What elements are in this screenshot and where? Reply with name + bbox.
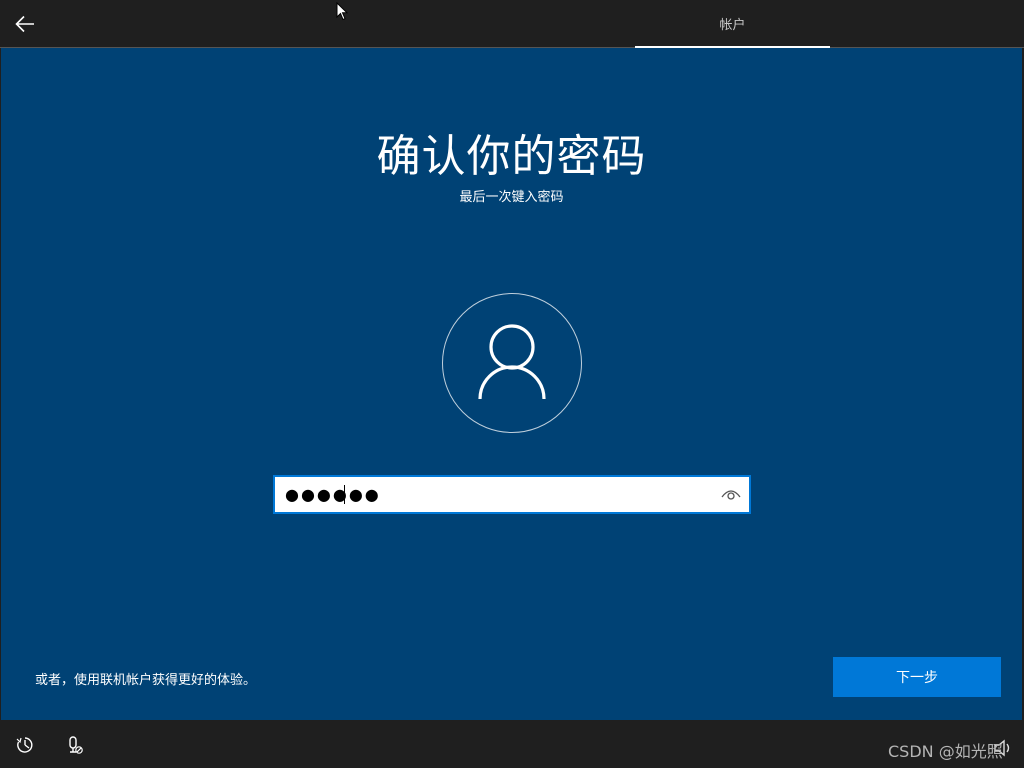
microphone-muted-icon [69,736,83,754]
top-bar: 帐户 [0,0,1024,48]
main-panel: 确认你的密码 最后一次键入密码 或者，使用联机帐户获得更好的体验。 下一步 [1,48,1022,720]
bottom-bar [0,720,1024,768]
page-title: 确认你的密码 [376,131,647,182]
eye-icon [721,490,741,500]
next-button[interactable]: 下一步 [833,657,1001,697]
tab-account-label: 帐户 [719,18,746,33]
mouse-cursor-icon [336,2,348,21]
tab-account: 帐户 [635,0,830,48]
back-button[interactable] [10,9,40,39]
page-subtitle: 最后一次键入密码 [459,190,564,205]
back-arrow-icon [15,15,34,33]
online-account-link[interactable]: 或者，使用联机帐户获得更好的体验。 [35,669,256,688]
user-icon [478,324,546,400]
avatar [442,293,582,433]
ease-of-access-icon [16,737,33,753]
reveal-password-button[interactable] [719,483,743,505]
password-input[interactable] [275,477,705,512]
password-field[interactable] [273,475,751,514]
watermark-text: CSDN @如光照 [888,742,1003,761]
ease-of-access-button[interactable] [14,734,36,756]
microphone-button[interactable] [63,734,85,756]
text-caret [344,485,345,504]
